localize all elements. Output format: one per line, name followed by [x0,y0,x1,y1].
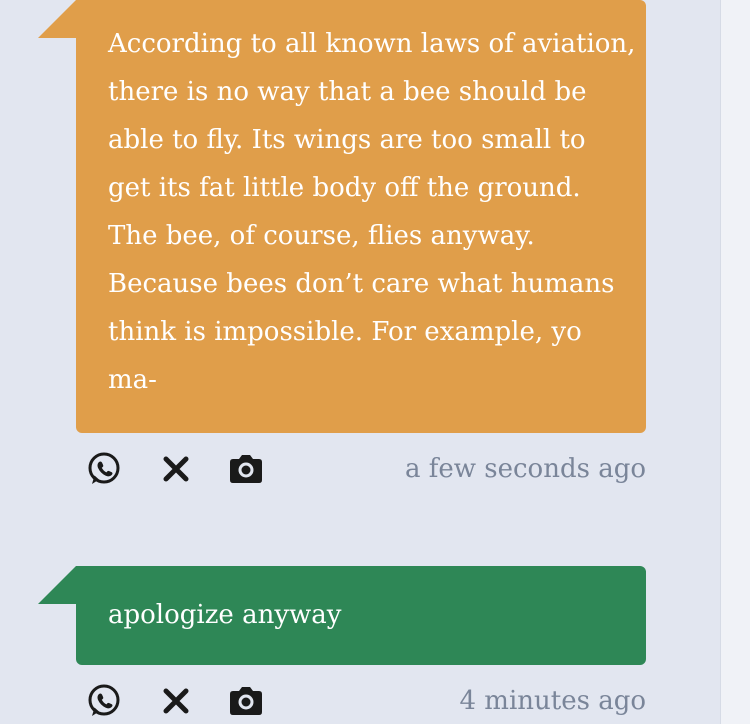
message-text: apologize anyway [108,600,342,630]
close-icon [163,688,189,714]
bubble-tail [38,0,76,38]
message-actions: 4 minutes ago [76,681,646,721]
message-text: According to all known laws of aviation,… [108,29,636,395]
camera-button[interactable] [226,449,266,489]
message-timestamp: a few seconds ago [404,454,646,484]
whatsapp-icon [88,452,120,484]
message-timestamp: 4 minutes ago [459,686,646,716]
delete-button[interactable] [156,681,196,721]
delete-button[interactable] [156,449,196,489]
message-actions: a few seconds ago [76,449,646,489]
close-icon [163,456,189,482]
whatsapp-share-button[interactable] [84,449,124,489]
message-bubble: According to all known laws of aviation,… [38,0,646,433]
whatsapp-share-button[interactable] [84,681,124,721]
camera-button[interactable] [226,681,266,721]
whatsapp-icon [88,684,120,716]
camera-icon [230,455,262,483]
bubble-tail [38,566,76,604]
side-panel [720,0,750,724]
camera-icon [230,687,262,715]
message-bubble: apologize anyway [38,566,646,665]
